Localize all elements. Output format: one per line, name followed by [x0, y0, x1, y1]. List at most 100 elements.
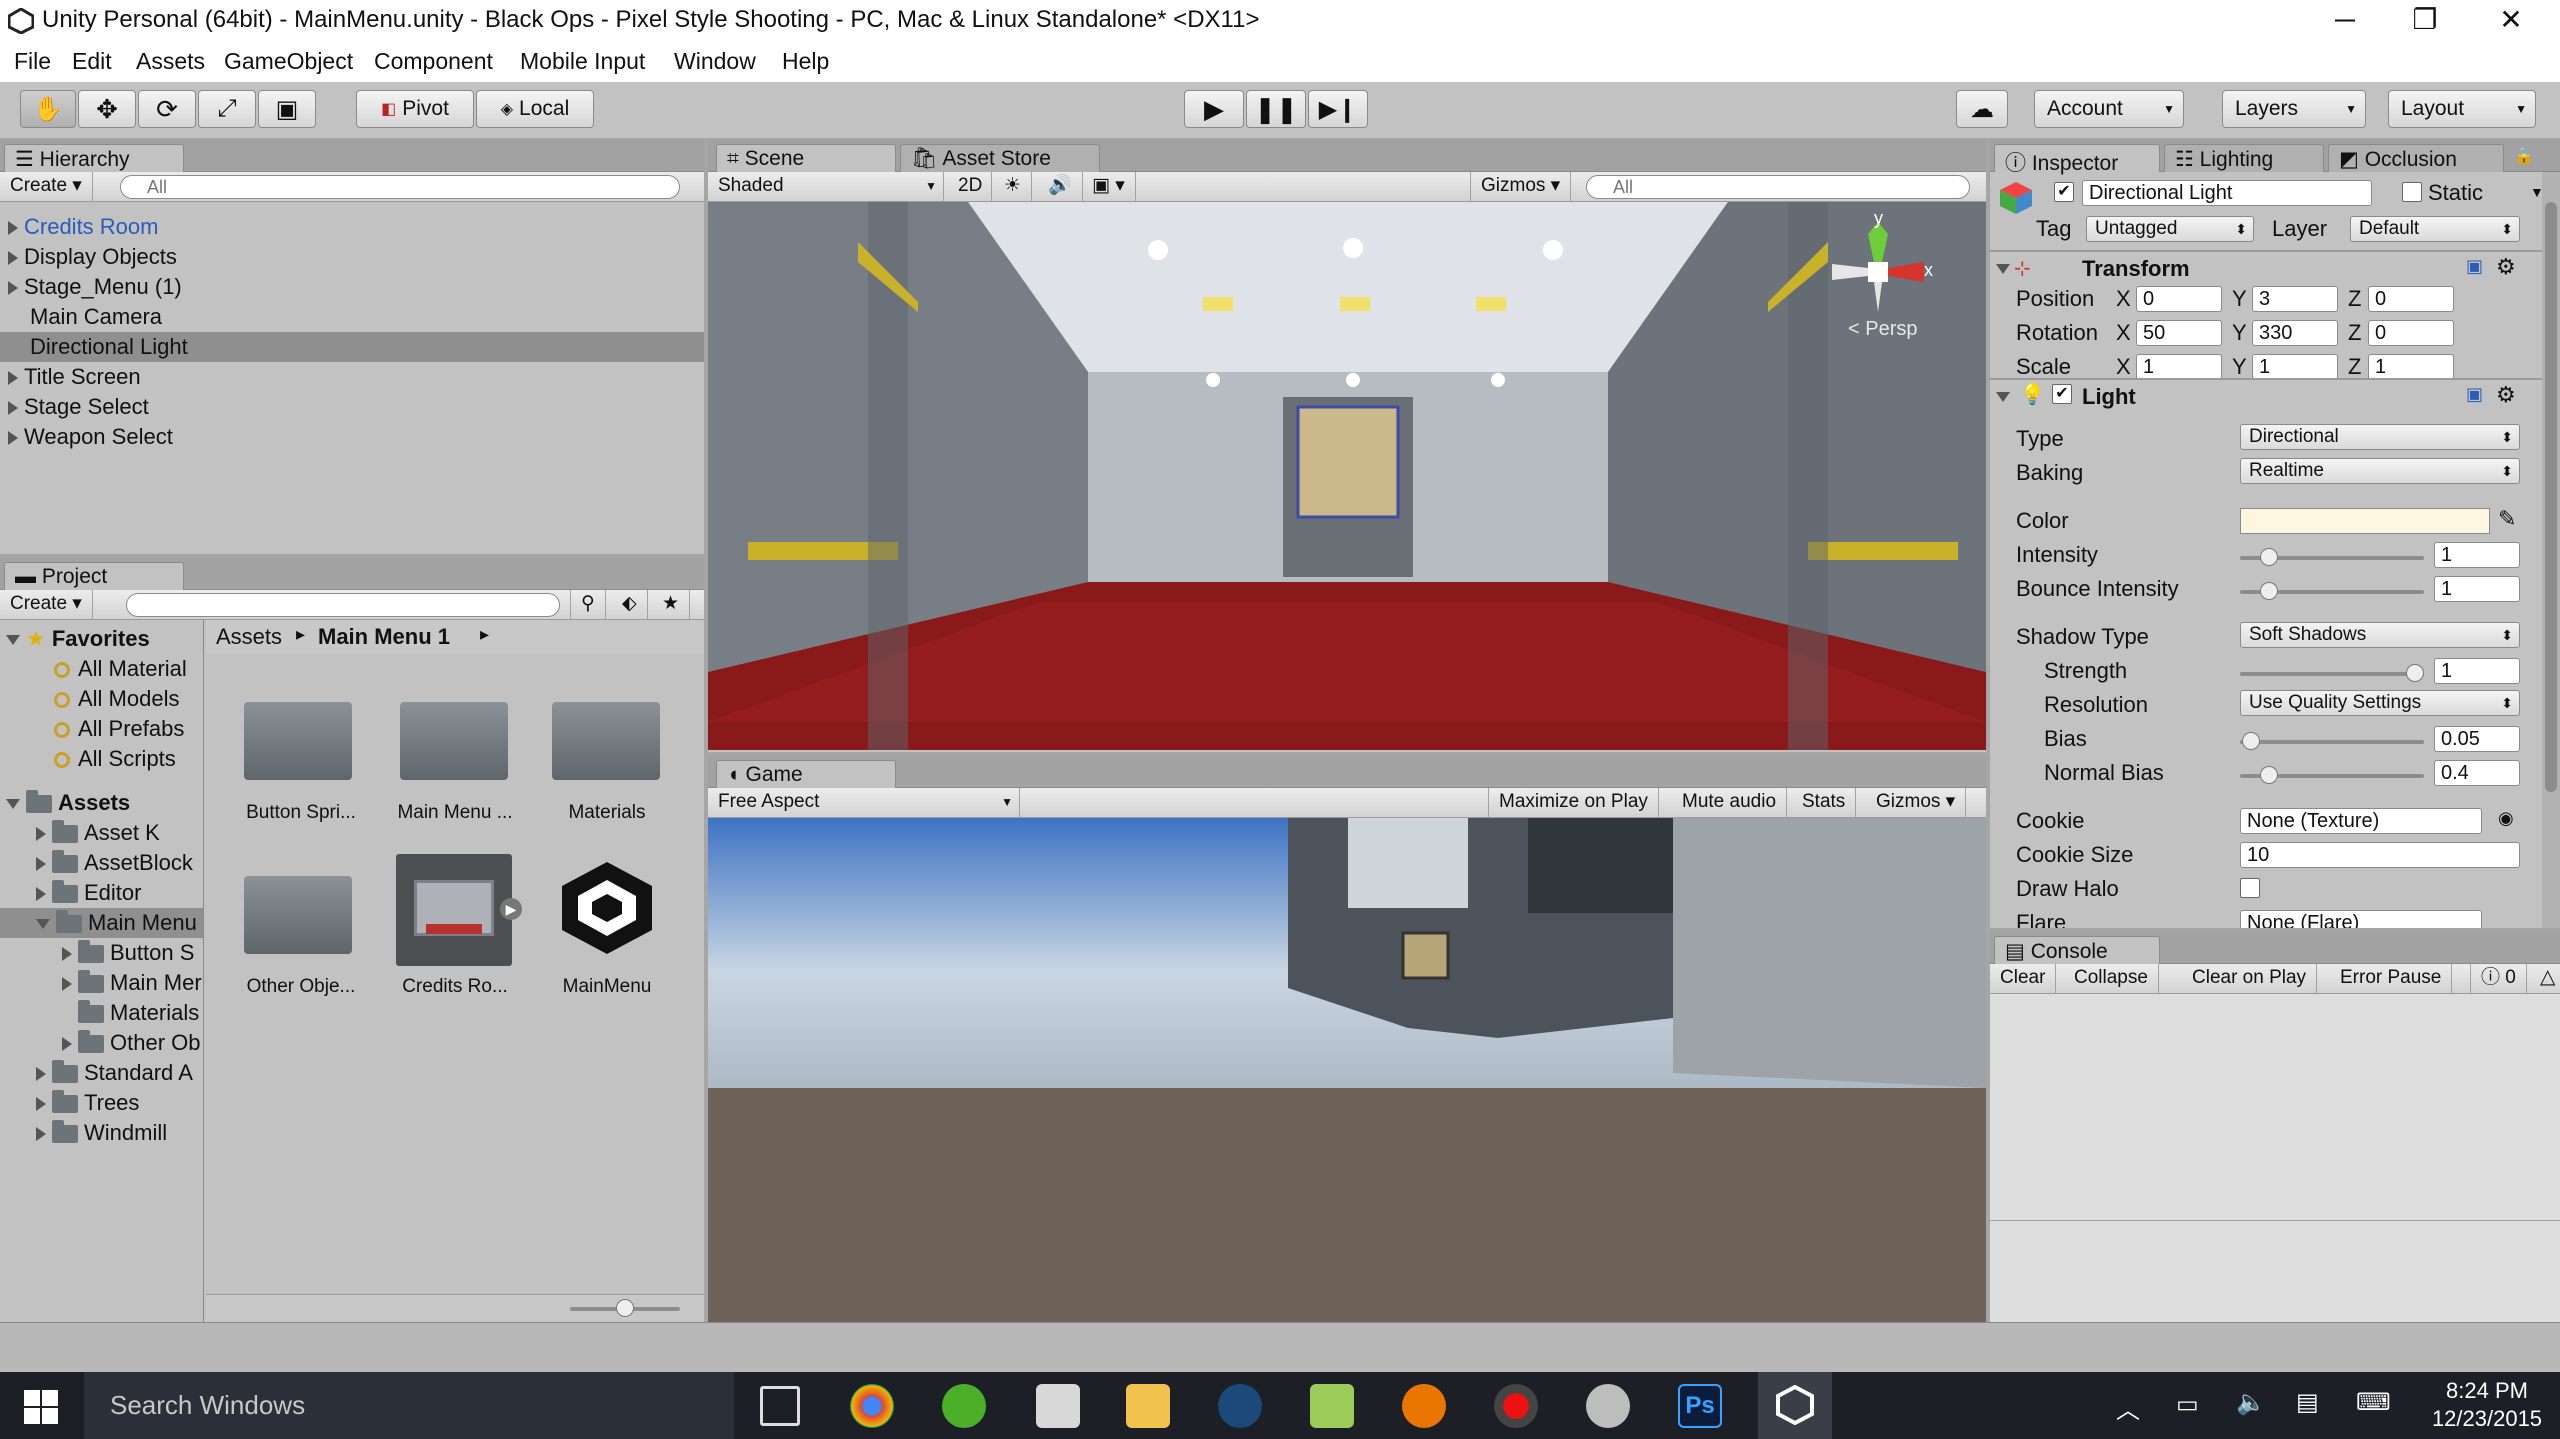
gear-icon[interactable]: ⚙: [2496, 382, 2516, 408]
console-clear-button[interactable]: Clear: [1990, 964, 2057, 993]
keyboard-icon[interactable]: ⌨: [2356, 1388, 2391, 1417]
pause-button[interactable]: ❚❚: [1246, 90, 1306, 128]
shading-mode-dropdown[interactable]: Shaded ▼: [708, 172, 944, 201]
scene-asset-thumb[interactable]: [552, 858, 662, 958]
console-log-area[interactable]: [1990, 994, 2560, 1322]
transform-header[interactable]: ⊹ Transform ▣ ⚙: [1990, 254, 2542, 284]
warning-icon[interactable]: △: [2540, 964, 2555, 989]
chrome-icon[interactable]: [850, 1384, 894, 1428]
scene-orientation-gizmo[interactable]: y x < Persp: [1828, 208, 1933, 342]
transform-y-field[interactable]: 330: [2252, 320, 2338, 346]
hierarchy-item[interactable]: Stage_Menu (1): [8, 274, 182, 300]
tab-scene[interactable]: ⌗ Scene: [716, 144, 896, 172]
bias-field[interactable]: 0.05: [2434, 726, 2520, 752]
asset-folder[interactable]: AssetBlock: [36, 850, 193, 876]
active-checkbox[interactable]: ✔: [2054, 182, 2074, 202]
asset-folder[interactable]: Asset K: [36, 820, 160, 846]
favorite-item[interactable]: All Material: [54, 656, 187, 682]
assets-node[interactable]: Assets: [6, 790, 130, 816]
utorrent-icon[interactable]: [942, 1384, 986, 1428]
tab-asset-store[interactable]: 🛍 Asset Store: [900, 144, 1100, 172]
maximize-button[interactable]: ❐: [2390, 0, 2460, 44]
color-swatch[interactable]: [2240, 508, 2490, 534]
asset-folder[interactable]: Standard A: [36, 1060, 193, 1086]
transform-z-field[interactable]: 1: [2368, 354, 2454, 380]
asset-folder[interactable]: Button S: [62, 940, 194, 966]
thumbnail-size-slider[interactable]: [570, 1299, 680, 1317]
rotate-tool-button[interactable]: ⟳: [138, 90, 196, 128]
transform-y-field[interactable]: 3: [2252, 286, 2338, 312]
transform-x-field[interactable]: 1: [2136, 354, 2222, 380]
help-icon[interactable]: ▣: [2466, 256, 2483, 277]
stats-toggle[interactable]: Stats: [1792, 788, 1857, 817]
normal-bias-slider[interactable]: [2240, 766, 2424, 784]
hierarchy-item[interactable]: Weapon Select: [8, 424, 173, 450]
layout-dropdown[interactable]: Layout ▼: [2388, 90, 2536, 128]
tab-console[interactable]: ▤ Console: [1994, 936, 2160, 964]
minimize-button[interactable]: ─: [2310, 0, 2380, 44]
strength-slider[interactable]: [2240, 664, 2424, 682]
transform-z-field[interactable]: 0: [2368, 286, 2454, 312]
scene-search-input[interactable]: All: [1586, 175, 1970, 199]
hierarchy-item[interactable]: Credits Room: [8, 214, 158, 240]
maps-icon[interactable]: [1310, 1384, 1354, 1428]
object-name-field[interactable]: Directional Light: [2082, 180, 2372, 206]
slider-knob[interactable]: [2260, 766, 2278, 784]
hierarchy-item[interactable]: Title Screen: [8, 364, 141, 390]
transform-x-field[interactable]: 0: [2136, 286, 2222, 312]
asset-folder-selected[interactable]: Main Menu: [36, 910, 197, 936]
mode-2d-toggle[interactable]: 2D: [948, 172, 992, 201]
folder-thumb[interactable]: [244, 868, 354, 954]
mute-audio-toggle[interactable]: Mute audio: [1672, 788, 1788, 817]
favorites-node[interactable]: ★ Favorites: [6, 626, 150, 652]
menu-component[interactable]: Component: [374, 48, 493, 75]
hierarchy-item[interactable]: Main Camera: [30, 304, 162, 330]
bounce-intensity-field[interactable]: 1: [2434, 576, 2520, 602]
filter-label-button[interactable]: ⬖: [612, 590, 648, 619]
asset-folder[interactable]: Editor: [36, 880, 141, 906]
scene-effects-toggle[interactable]: ▣ ▾: [1082, 172, 1136, 201]
calculator-icon[interactable]: [1036, 1384, 1080, 1428]
folder-thumb[interactable]: [244, 694, 354, 780]
asset-folder[interactable]: Trees: [36, 1090, 139, 1116]
asset-folder[interactable]: Windmill: [36, 1120, 167, 1146]
game-viewport[interactable]: [708, 818, 1986, 1322]
menu-window[interactable]: Window: [674, 48, 756, 75]
taskbar-search-box[interactable]: Search Windows: [84, 1372, 734, 1439]
resolution-dropdown[interactable]: Use Quality Settings: [2240, 690, 2520, 716]
layers-dropdown[interactable]: Layers ▼: [2222, 90, 2366, 128]
tab-occlusion[interactable]: ◩ Occlusion: [2328, 144, 2504, 172]
console-collapse-button[interactable]: Collapse: [2064, 964, 2159, 993]
tab-lighting[interactable]: ☷ Lighting: [2164, 144, 2324, 172]
scene-audio-toggle[interactable]: 🔊: [1038, 172, 1083, 201]
normal-bias-field[interactable]: 0.4: [2434, 760, 2520, 786]
help-icon[interactable]: ▣: [2466, 384, 2483, 405]
action-center-icon[interactable]: ▤: [2296, 1388, 2319, 1417]
blender-icon[interactable]: [1402, 1384, 1446, 1428]
tab-game[interactable]: ◖ Game: [716, 760, 896, 788]
hierarchy-item[interactable]: Display Objects: [8, 244, 177, 270]
play-button[interactable]: ▶: [1184, 90, 1244, 128]
light-header[interactable]: 💡 ✔ Light ▣ ⚙: [1990, 382, 2542, 412]
lock-icon[interactable]: 🔒: [2514, 146, 2534, 166]
step-button[interactable]: ▶❙: [1308, 90, 1368, 128]
perspective-label[interactable]: < Persp: [1848, 318, 1917, 341]
tag-dropdown[interactable]: Untagged: [2086, 216, 2254, 242]
project-search-input[interactable]: [126, 593, 560, 617]
tab-hierarchy[interactable]: ☰ Hierarchy: [4, 144, 184, 172]
windows-start-icon[interactable]: [24, 1390, 58, 1424]
menu-gameobject[interactable]: GameObject: [224, 48, 353, 75]
scrollbar-thumb[interactable]: [2545, 202, 2557, 792]
console-clear-on-play-button[interactable]: Clear on Play: [2182, 964, 2318, 993]
scale-tool-button[interactable]: ⤢: [198, 90, 256, 128]
prefab-thumb[interactable]: ▶: [396, 854, 522, 966]
hand-tool-button[interactable]: ✋: [20, 90, 76, 128]
folder-thumb[interactable]: [552, 694, 662, 780]
eyedropper-icon[interactable]: ✎: [2498, 506, 2516, 532]
scene-lighting-toggle[interactable]: ☀: [994, 172, 1033, 201]
intensity-field[interactable]: 1: [2434, 542, 2520, 568]
hierarchy-item-selected[interactable]: Directional Light: [30, 334, 188, 360]
task-view-icon[interactable]: [760, 1386, 800, 1426]
favorite-item[interactable]: All Scripts: [54, 746, 176, 772]
strength-field[interactable]: 1: [2434, 658, 2520, 684]
